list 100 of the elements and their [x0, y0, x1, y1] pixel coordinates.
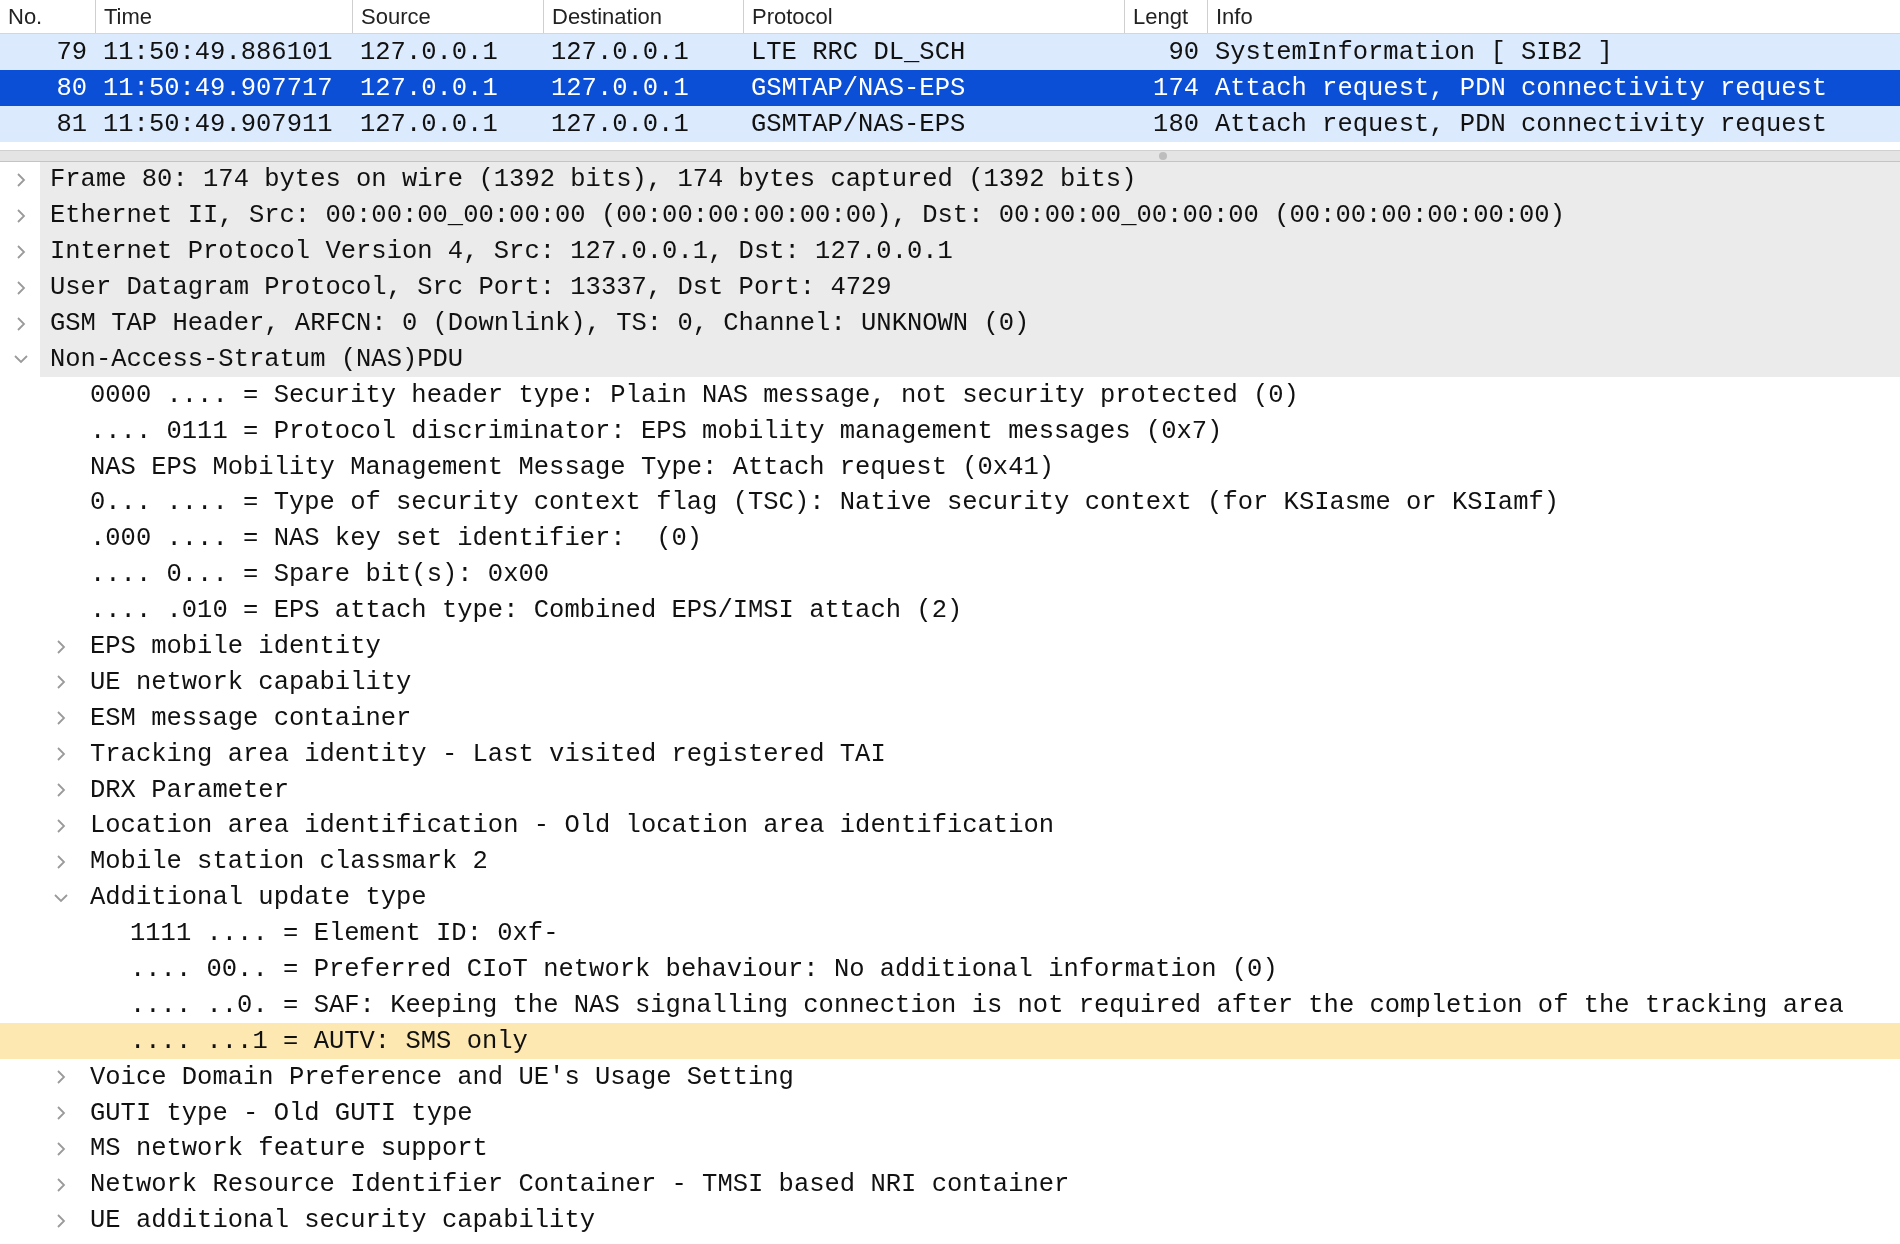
- tree-row[interactable]: UE network capability: [0, 664, 1900, 701]
- tree-item-label: UE network capability: [90, 667, 412, 697]
- tree-item-label: Location area identification - Old location area identification: [90, 811, 1055, 841]
- table-cell-text: 79: [55, 37, 88, 67]
- tree-item-label: EPS mobile identity: [90, 632, 381, 661]
- tree-item-label: Non-Access-Stratum (NAS)PDU: [50, 344, 464, 374]
- table-cell-text: SystemInformation [ SIB2 ]: [1214, 37, 1614, 67]
- tree-row[interactable]: EPS mobile identity: [0, 628, 1900, 665]
- tree-row[interactable]: Network Resource Identifier Container - TMSI based NRI container: [0, 1166, 1900, 1203]
- tree-item-label: .... 0... = Spare bit(s): 0x00: [90, 560, 550, 590]
- chevron-right-icon[interactable]: [54, 818, 68, 833]
- tree-item-label: .... 0111 = Protocol discriminator: EPS mobility management messages (0x7): [90, 416, 1223, 446]
- chevron-right-icon[interactable]: [54, 711, 68, 726]
- tree-item-label: .... .010 = EPS attach type: Combined EPS/IMSI attach (2): [90, 596, 963, 626]
- table-cell-text: 127.0.0.1: [550, 109, 690, 139]
- tree-row[interactable]: .... 0... = Spare bit(s): 0x00: [0, 556, 1900, 593]
- packet-row[interactable]: 81 11:50:49.907911 127.0.0.1 127.0.0.1 GSMTAP/NAS-EPS 180 Attach request, PDN connectivity request: [0, 106, 1900, 142]
- tree-row[interactable]: GUTI type - Old GUTI type: [0, 1095, 1900, 1132]
- tree-row[interactable]: Location area identification - Old location area identification: [0, 808, 1900, 844]
- table-cell-text: 81: [55, 109, 88, 139]
- tree-item-label: .... ..0. = SAF: Keeping the NAS signalling connection is not required after the completion of the tracking area: [130, 990, 1844, 1020]
- tree-item-label: .000 .... = NAS key set identifier: (0): [90, 524, 703, 554]
- chevron-right-icon[interactable]: [14, 316, 28, 331]
- tree-row[interactable]: Additional update type: [0, 879, 1900, 916]
- table-cell-text: GSMTAP/NAS-EPS: [750, 109, 967, 139]
- chevron-right-icon[interactable]: [54, 675, 68, 690]
- tree-item-label: DRX Parameter: [90, 775, 289, 805]
- table-cell-text: 174: [1152, 73, 1200, 103]
- tree-item-label: ESM message container: [90, 703, 412, 733]
- tree-item-label: NAS EPS Mobility Management Message Type: Attach request (0x41): [90, 452, 1055, 482]
- tree-row[interactable]: .... .010 = EPS attach type: Combined EPS/IMSI attach (2): [0, 592, 1900, 629]
- chevron-right-icon[interactable]: [54, 1106, 68, 1121]
- tree-row[interactable]: .... ...1 = AUTV: SMS only: [0, 1023, 1900, 1060]
- chevron-right-icon[interactable]: [54, 639, 68, 654]
- tree-row[interactable]: .... ..0. = SAF: Keeping the NAS signalling connection is not required after the completion of the tracking area: [0, 987, 1900, 1024]
- tree-row[interactable]: Voice Domain Preference and UE's Usage Setting: [0, 1059, 1900, 1096]
- tree-row[interactable]: .... 0111 = Protocol discriminator: EPS mobility management messages (0x7): [0, 413, 1900, 450]
- tree-row[interactable]: DRX Parameter: [0, 772, 1900, 809]
- table-cell-text: 11:50:49.907717: [102, 73, 334, 103]
- tree-item-label: Internet Protocol Version 4, Src: 127.0.0.1, Dst: 127.0.0.1: [50, 237, 953, 267]
- chevron-right-icon[interactable]: [14, 172, 28, 187]
- tree-row[interactable]: MS network feature support: [0, 1131, 1900, 1167]
- chevron-right-icon[interactable]: [14, 244, 28, 259]
- tree-row[interactable]: Tracking area identity - Last visited registered TAI: [0, 736, 1900, 773]
- tree-item-label: GUTI type - Old GUTI type: [90, 1098, 473, 1128]
- tree-item-label: Voice Domain Preference and UE's Usage Setting: [90, 1062, 794, 1092]
- chevron-right-icon[interactable]: [14, 208, 28, 223]
- chevron-right-icon[interactable]: [14, 280, 28, 295]
- table-cell-text: 11:50:49.886101: [102, 37, 334, 67]
- table-cell-text: 127.0.0.1: [550, 73, 690, 103]
- table-cell-text: 127.0.0.1: [359, 37, 499, 67]
- tree-item-label: 0000 .... = Security header type: Plain NAS message, not security protected (0): [90, 380, 1299, 410]
- tree-row[interactable]: .000 .... = NAS key set identifier: (0): [0, 520, 1900, 557]
- column-header[interactable]: Source: [352, 0, 543, 33]
- column-header[interactable]: Protocol: [743, 0, 1124, 33]
- column-header[interactable]: Info: [1207, 0, 1900, 33]
- table-cell-text: 90: [1167, 37, 1200, 67]
- chevron-right-icon[interactable]: [54, 783, 68, 798]
- chevron-right-icon[interactable]: [54, 1213, 68, 1228]
- tree-row[interactable]: 1111 .... = Element ID: 0xf-: [0, 915, 1900, 952]
- tree-row[interactable]: 0... .... = Type of security context flag (TSC): Native security context (for KSIasme or KSIamf): [0, 485, 1900, 521]
- table-cell-text: Attach request, PDN connectivity request: [1214, 73, 1829, 103]
- tree-item-label: .... ...1 = AUTV: SMS only: [130, 1026, 528, 1056]
- tree-item-label: MS network feature support: [90, 1134, 488, 1164]
- tree-item-label: UE additional security capability: [90, 1206, 595, 1236]
- packet-row[interactable]: 80 11:50:49.907717 127.0.0.1 127.0.0.1 GSMTAP/NAS-EPS 174 Attach request, PDN connectivity request: [0, 70, 1900, 106]
- packet-row[interactable]: 79 11:50:49.886101 127.0.0.1 127.0.0.1 LTE RRC DL_SCH 90 SystemInformation [ SIB2 ]: [0, 34, 1900, 70]
- column-header[interactable]: No.: [0, 0, 95, 33]
- chevron-right-icon[interactable]: [54, 1070, 68, 1085]
- tree-row[interactable]: UE additional security capability: [0, 1202, 1900, 1239]
- tree-item-label: Mobile station classmark 2: [90, 847, 488, 877]
- tree-item-label: Ethernet II, Src: 00:00:00_00:00:00 (00:00:00:00:00:00), Dst: 00:00:00_00:00:00 (00:00:00:00:00:00): [50, 201, 1565, 231]
- tree-row[interactable]: NAS EPS Mobility Management Message Type: Attach request (0x41): [0, 449, 1900, 485]
- splitter-handle-icon[interactable]: [1158, 152, 1167, 160]
- tree-row[interactable]: 0000 .... = Security header type: Plain NAS message, not security protected (0): [0, 377, 1900, 414]
- tree-row[interactable]: .... 00.. = Preferred CIoT network behaviour: No additional information (0): [0, 951, 1900, 988]
- chevron-right-icon[interactable]: [54, 1142, 68, 1156]
- table-cell-text: 180: [1152, 109, 1200, 139]
- table-cell-text: Attach request, PDN connectivity request: [1214, 109, 1829, 139]
- tree-item-label: Network Resource Identifier Container - TMSI based NRI container: [90, 1170, 1070, 1200]
- tree-item-label: 0... .... = Type of security context flag (TSC): Native security context (for KSIasme or KSIamf): [90, 488, 1560, 518]
- table-cell-text: GSMTAP/NAS-EPS: [750, 73, 967, 103]
- column-header[interactable]: Destination: [543, 0, 743, 33]
- tree-item-label: .... 00.. = Preferred CIoT network behaviour: No additional information (0): [130, 955, 1278, 985]
- table-cell-text: 11:50:49.907911: [102, 109, 334, 139]
- table-cell-text: 80: [55, 73, 88, 103]
- table-cell-text: 127.0.0.1: [550, 37, 690, 67]
- table-cell-text: LTE RRC DL_SCH: [750, 37, 967, 67]
- table-cell-text: 127.0.0.1: [359, 73, 499, 103]
- chevron-right-icon[interactable]: [54, 854, 68, 869]
- tree-item-label: Frame 80: 174 bytes on wire (1392 bits), 174 bytes captured (1392 bits): [50, 165, 1137, 195]
- tree-row[interactable]: Mobile station classmark 2: [0, 843, 1900, 880]
- chevron-right-icon[interactable]: [54, 747, 68, 762]
- column-header[interactable]: Time: [95, 0, 352, 33]
- tree-row[interactable]: ESM message container: [0, 700, 1900, 737]
- tree-item-label: 1111 .... = Element ID: 0xf-: [130, 919, 559, 949]
- chevron-right-icon[interactable]: [54, 1177, 68, 1192]
- column-header[interactable]: Lengt: [1124, 0, 1207, 33]
- tree-item-label: Tracking area identity - Last visited registered TAI: [90, 739, 886, 769]
- tree-item-label: User Datagram Protocol, Src Port: 13337, Dst Port: 4729: [50, 273, 892, 303]
